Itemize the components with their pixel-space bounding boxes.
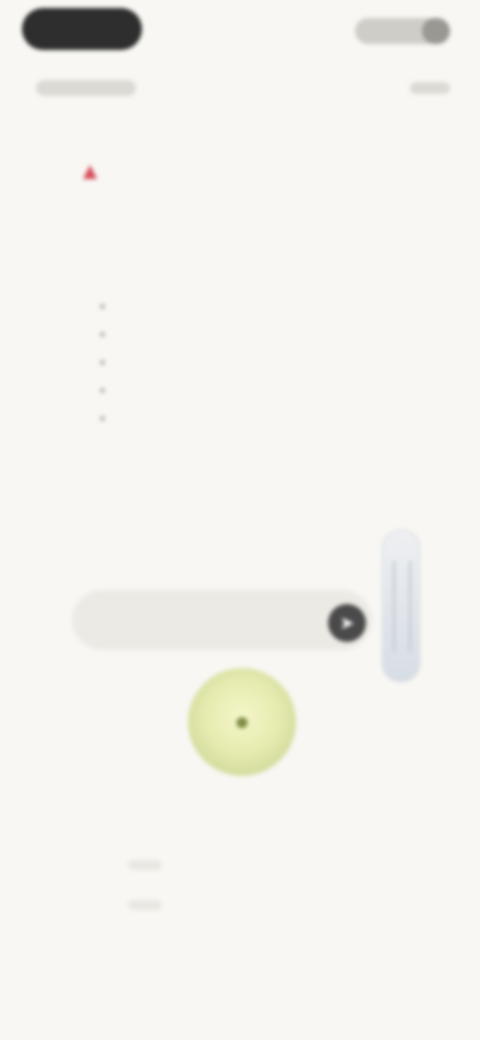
list-item	[100, 376, 114, 404]
content-list	[100, 292, 114, 432]
list-item	[100, 404, 114, 432]
composer-input[interactable]	[72, 590, 372, 650]
alert-icon: ▲	[78, 158, 102, 185]
side-scroll-handle[interactable]	[382, 530, 420, 682]
warning-card: ▲	[70, 140, 400, 220]
send-button[interactable]: ➤	[328, 604, 366, 642]
header-right-sub	[410, 82, 450, 94]
header-right-toggle-icon	[422, 18, 450, 44]
bottom-indicator	[128, 900, 162, 910]
list-item	[100, 292, 114, 320]
grip-icon	[393, 561, 411, 651]
bottom-indicator	[128, 860, 162, 870]
header-title-pill[interactable]	[22, 8, 142, 50]
list-item	[100, 348, 114, 376]
bottom-nav	[0, 930, 480, 990]
voice-orb-button[interactable]: ●	[188, 668, 296, 776]
send-icon: ➤	[339, 613, 355, 633]
list-item	[100, 320, 114, 348]
mic-icon: ●	[234, 706, 250, 736]
header-right-action[interactable]	[355, 18, 450, 44]
header-subtitle	[36, 80, 136, 96]
